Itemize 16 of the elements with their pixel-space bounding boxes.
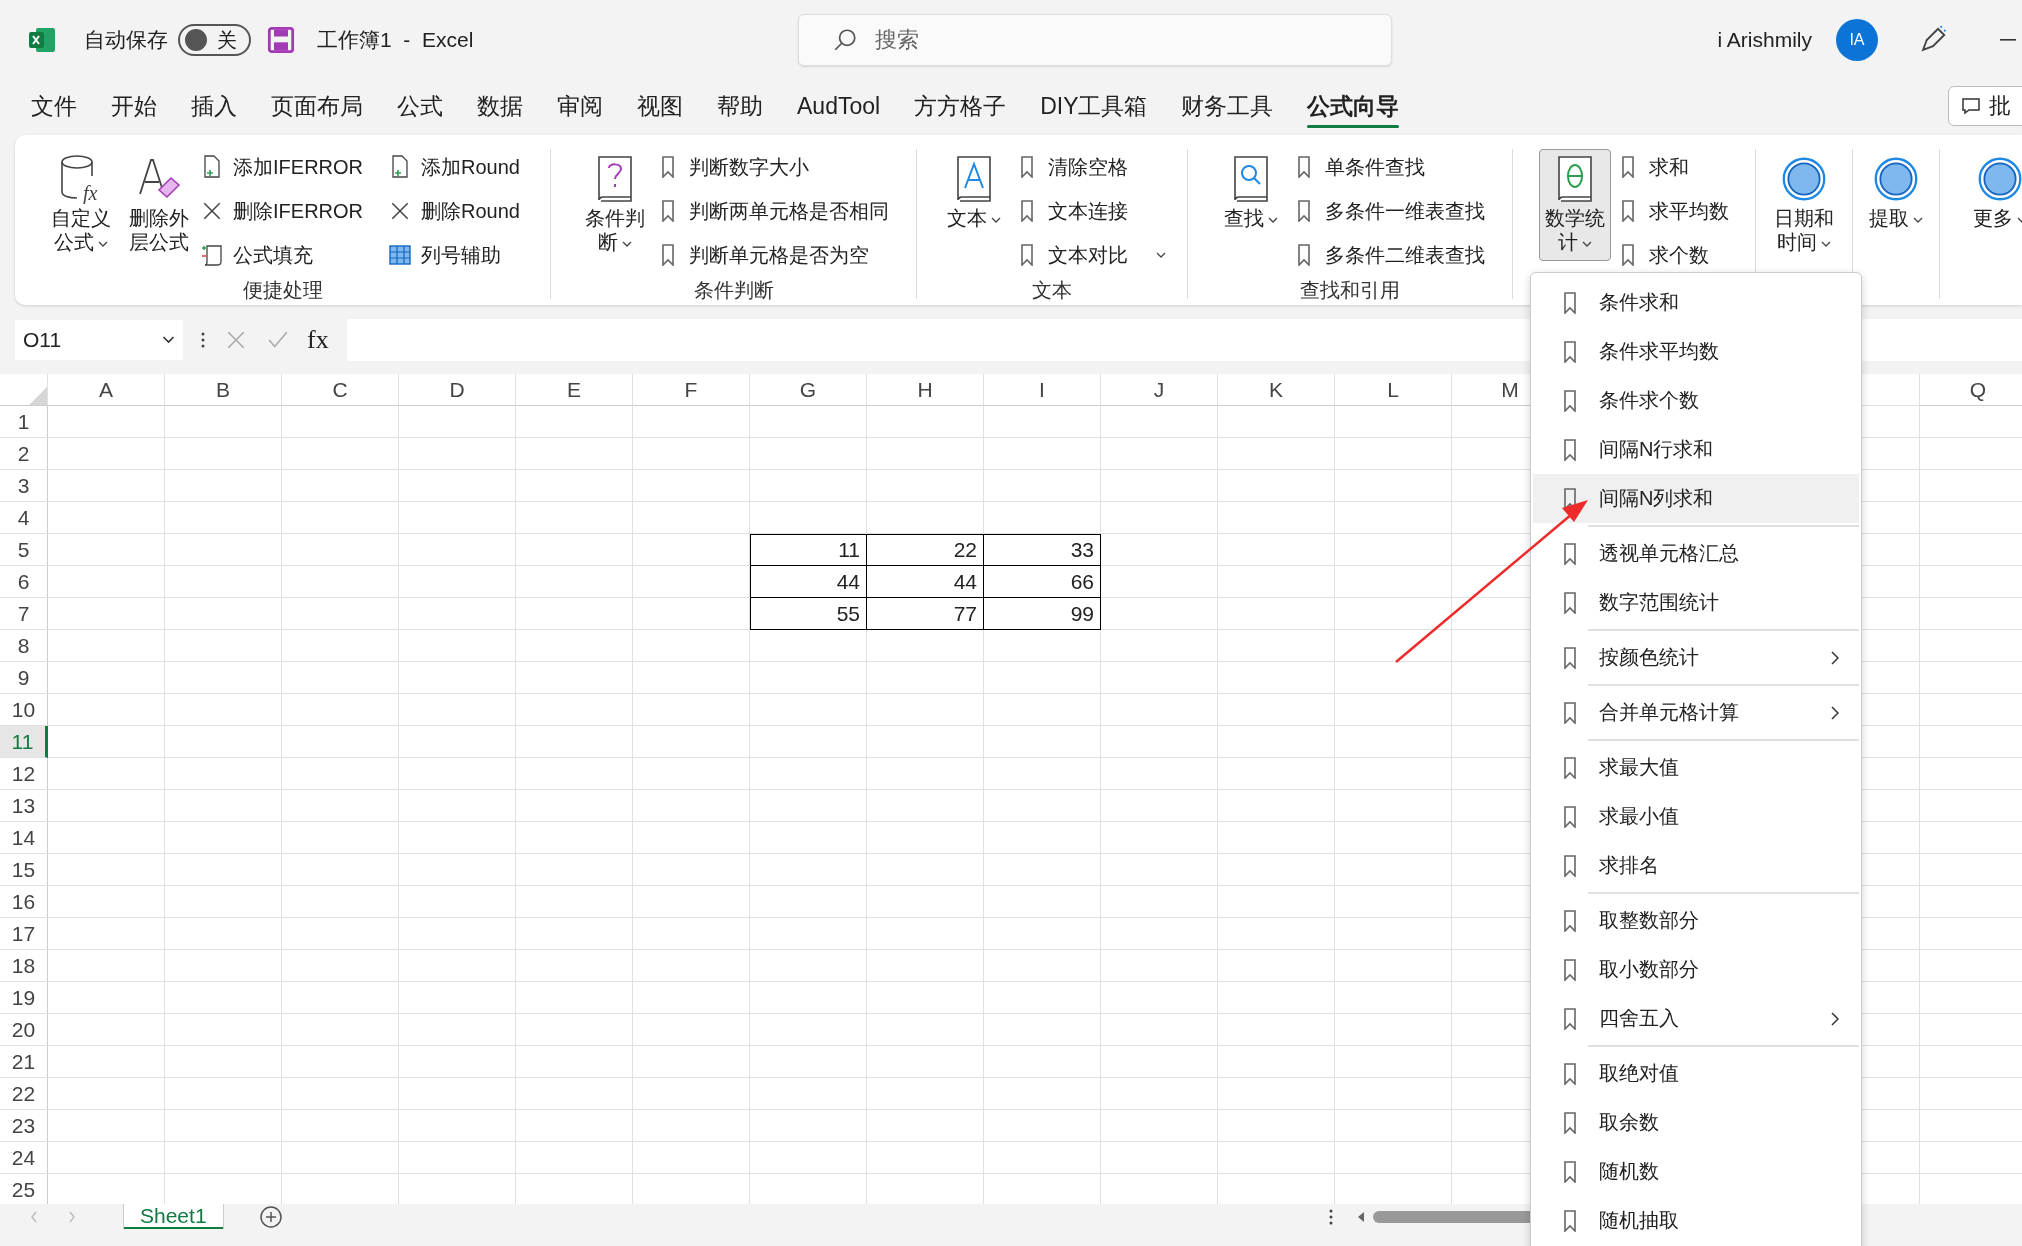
table-cell: 44 bbox=[750, 566, 867, 598]
table-cell: 66 bbox=[984, 566, 1101, 598]
table-cell: 11 bbox=[750, 534, 867, 566]
user-name: i Arishmily bbox=[1717, 28, 1812, 52]
ribbon-group-label: 查找和引用 bbox=[1300, 278, 1400, 303]
table-cell: 22 bbox=[867, 534, 984, 566]
table-cell: 33 bbox=[984, 534, 1101, 566]
table-cell: 55 bbox=[750, 598, 867, 630]
window-title: 工作簿1 - Excel bbox=[317, 27, 474, 53]
table-cell: 77 bbox=[867, 598, 984, 630]
ribbon-group-label: 便捷处理 bbox=[242, 278, 323, 303]
table-cell: 44 bbox=[867, 566, 984, 598]
table-cell: 99 bbox=[984, 598, 1101, 630]
ribbon-group-label: 条件判断 bbox=[693, 278, 774, 303]
ribbon-group-label: 文本 bbox=[1032, 278, 1072, 303]
autosave-label: 自动保存 bbox=[84, 27, 168, 53]
